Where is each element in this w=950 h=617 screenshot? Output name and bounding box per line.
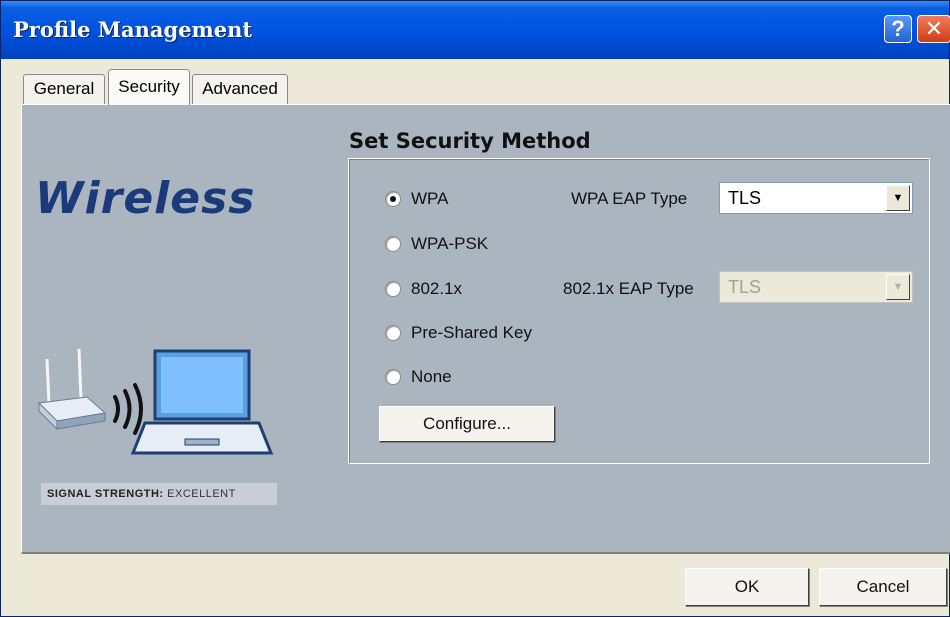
signal-waves-icon bbox=[113, 383, 143, 435]
radio-unselected-icon bbox=[385, 236, 401, 252]
tab-advanced[interactable]: Advanced bbox=[192, 74, 288, 104]
wpa-eap-type-value: TLS bbox=[728, 188, 762, 208]
radio-none[interactable]: None bbox=[385, 367, 452, 387]
cancel-button[interactable]: Cancel bbox=[819, 568, 947, 606]
dot1x-eap-type-select: TLS ▼ bbox=[719, 271, 913, 303]
radio-selected-icon bbox=[385, 191, 401, 207]
chevron-down-icon: ▼ bbox=[886, 274, 910, 300]
signal-strength-value: EXCELLENT bbox=[167, 488, 236, 500]
profile-management-window: Profile Management ? ✕ General Security … bbox=[0, 0, 950, 617]
radio-label: Pre-Shared Key bbox=[411, 323, 532, 342]
dot1x-eap-type-label: 802.1x EAP Type bbox=[563, 279, 694, 298]
signal-strength-key: SIGNAL STRENGTH: bbox=[47, 488, 164, 500]
chevron-down-icon[interactable]: ▼ bbox=[886, 185, 910, 211]
radio-unselected-icon bbox=[385, 325, 401, 341]
radio-unselected-icon bbox=[385, 281, 401, 297]
signal-strength-label: SIGNAL STRENGTH: EXCELLENT bbox=[41, 483, 277, 505]
radio-802-1x[interactable]: 802.1x bbox=[385, 279, 462, 299]
close-icon[interactable]: ✕ bbox=[917, 15, 950, 43]
tab-general[interactable]: General bbox=[23, 74, 105, 104]
window-title: Profile Management bbox=[13, 17, 253, 42]
radio-label: 802.1x bbox=[411, 279, 463, 298]
tab-security[interactable]: Security bbox=[108, 69, 190, 105]
radio-label: None bbox=[411, 367, 452, 386]
radio-wpa-psk[interactable]: WPA-PSK bbox=[385, 234, 488, 254]
configure-button[interactable]: Configure... bbox=[379, 406, 555, 442]
router-laptop-illustration bbox=[37, 348, 274, 455]
dot1x-eap-type-value: TLS bbox=[728, 277, 762, 297]
title-bar[interactable]: Profile Management ? ✕ bbox=[1, 1, 950, 59]
ok-button[interactable]: OK bbox=[685, 568, 809, 606]
help-icon[interactable]: ? bbox=[884, 15, 912, 43]
router-icon bbox=[37, 348, 107, 431]
wireless-brand: Wireless bbox=[35, 173, 256, 224]
radio-pre-shared-key[interactable]: Pre-Shared Key bbox=[385, 323, 532, 343]
radio-label: WPA-PSK bbox=[411, 234, 489, 253]
radio-unselected-icon bbox=[385, 369, 401, 385]
laptop-icon bbox=[130, 349, 274, 455]
section-title: Set Security Method bbox=[349, 129, 591, 153]
radio-wpa[interactable]: WPA bbox=[385, 189, 448, 209]
radio-label: WPA bbox=[411, 189, 449, 208]
wpa-eap-type-label: WPA EAP Type bbox=[571, 189, 688, 208]
wpa-eap-type-select[interactable]: TLS ▼ bbox=[719, 182, 913, 214]
